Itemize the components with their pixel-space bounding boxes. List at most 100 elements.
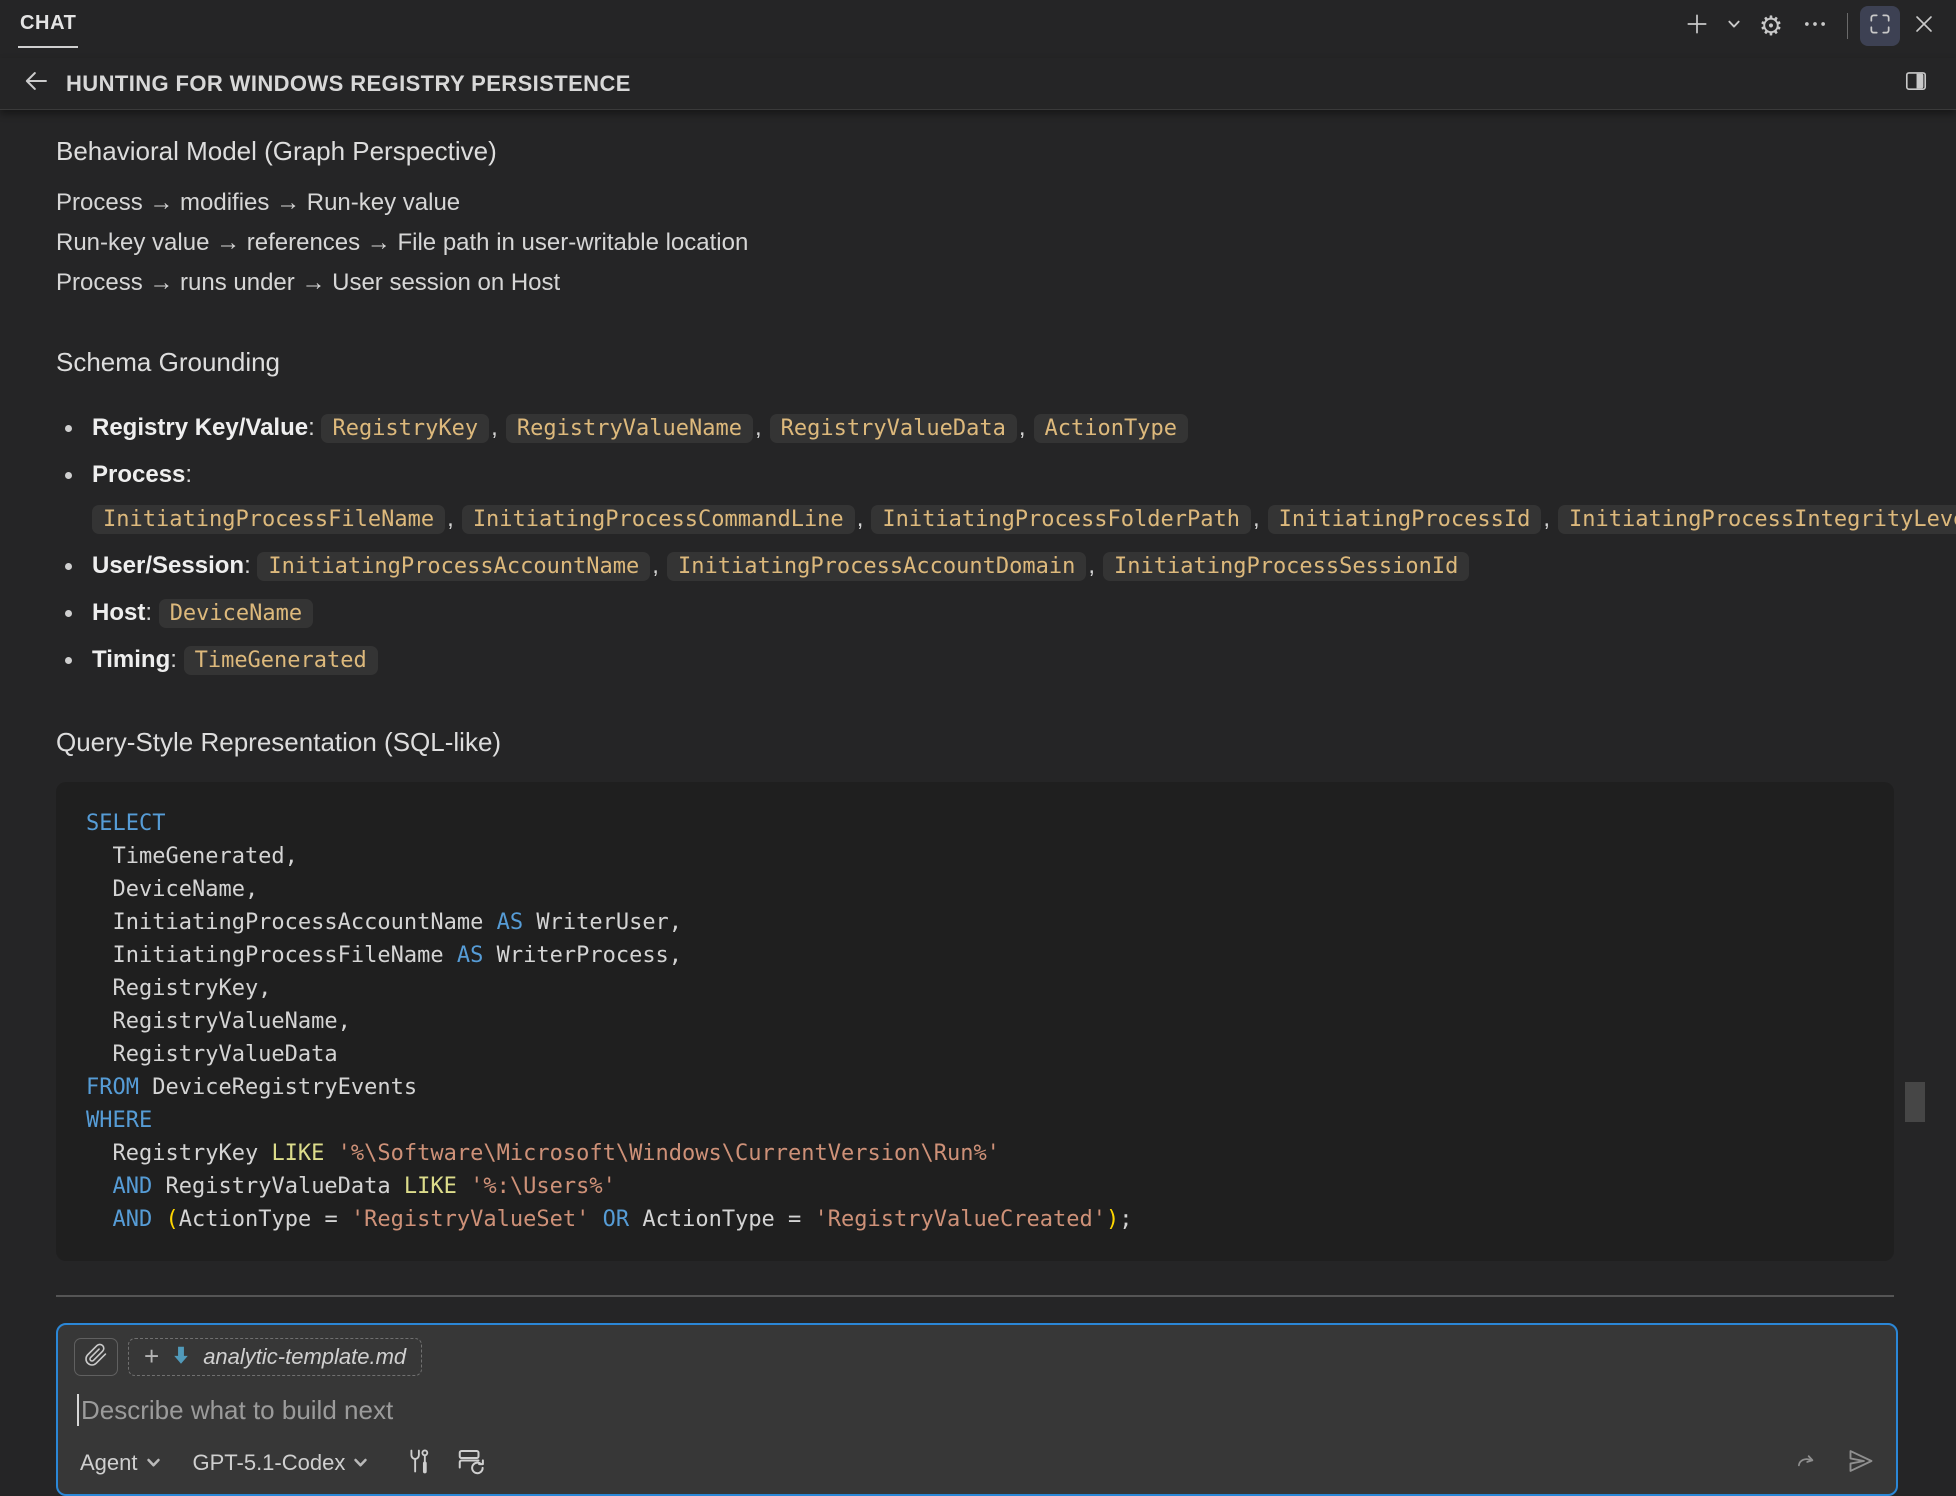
chip-separator: , xyxy=(1543,505,1550,532)
mode-selector-label: Agent xyxy=(80,1450,138,1476)
new-chat-dropdown-button[interactable] xyxy=(1721,6,1747,46)
close-icon xyxy=(1912,12,1936,41)
input-placeholder: Describe what to build next xyxy=(81,1395,393,1426)
topbar-actions: ⚙ xyxy=(1677,6,1944,46)
paperclip-icon xyxy=(84,1343,108,1372)
code-line: InitiatingProcessFileName AS WriterProce… xyxy=(86,939,1864,972)
chip-separator: , xyxy=(1253,505,1260,532)
back-button[interactable] xyxy=(18,66,54,102)
attach-file-button[interactable] xyxy=(74,1338,118,1376)
tab-chat[interactable]: CHAT xyxy=(18,12,78,48)
chat-response-body: Behavioral Model (Graph Perspective) Pro… xyxy=(0,110,1956,1261)
configure-tools-button[interactable] xyxy=(400,1446,438,1480)
code-line: RegistryKey, xyxy=(86,972,1864,1005)
schema-item-colon: : xyxy=(170,646,183,673)
chip-separator: , xyxy=(652,552,659,579)
chevron-down-icon xyxy=(146,1450,161,1476)
more-actions-button[interactable] xyxy=(1795,6,1835,46)
model-selector-label: GPT-5.1-Codex xyxy=(193,1450,346,1476)
schema-list: Registry Key/Value: RegistryKey,Registry… xyxy=(56,406,1894,683)
schema-item-label: Timing xyxy=(92,646,170,673)
schema-field-chip: InitiatingProcessAccountName xyxy=(257,552,650,581)
chip-separator: , xyxy=(1088,552,1095,579)
arrow-left-icon xyxy=(22,67,50,100)
split-editor-button[interactable] xyxy=(1896,64,1936,104)
toolbar-divider xyxy=(1847,13,1848,39)
code-line: AND (ActionType = 'RegistryValueSet' OR … xyxy=(86,1203,1864,1236)
section-heading-behavioral-model: Behavioral Model (Graph Perspective) xyxy=(56,136,1894,167)
settings-button[interactable]: ⚙ xyxy=(1751,6,1791,46)
schema-field-chip: RegistryKey xyxy=(321,414,489,443)
behavior-line: Run-key value → references → File path i… xyxy=(56,223,1894,263)
chip-separator: , xyxy=(755,414,762,441)
schema-item: Host: DeviceName xyxy=(56,591,1894,636)
input-controls-row: Agent GPT-5.1-Codex xyxy=(74,1446,1880,1480)
code-line: SELECT xyxy=(86,807,1864,840)
input-divider xyxy=(56,1295,1894,1297)
mcp-servers-refresh-button[interactable] xyxy=(452,1446,490,1480)
schema-item-colon: : xyxy=(308,414,321,441)
gear-icon: ⚙ xyxy=(1759,13,1783,40)
add-context-icon: + xyxy=(144,1343,159,1369)
plus-icon xyxy=(1684,11,1710,42)
new-chat-button[interactable] xyxy=(1677,6,1717,46)
send-controls xyxy=(1788,1446,1880,1480)
schema-field-chip: ActionType xyxy=(1034,414,1188,443)
chip-separator: , xyxy=(1019,414,1026,441)
code-line: WHERE xyxy=(86,1104,1864,1137)
redo-prompt-button[interactable] xyxy=(1788,1446,1826,1480)
attachment-filename: analytic-template.md xyxy=(203,1344,406,1370)
markdown-file-icon xyxy=(170,1344,192,1371)
behavior-line: Process → modifies → Run-key value xyxy=(56,183,1894,223)
schema-field-chip: RegistryValueName xyxy=(506,414,753,443)
screen-corners-icon xyxy=(1867,11,1893,42)
schema-item-colon: : xyxy=(185,461,192,488)
schema-item-label: User/Session xyxy=(92,552,244,579)
redo-arrow-icon xyxy=(1794,1448,1820,1479)
code-line: InitiatingProcessAccountName AS WriterUs… xyxy=(86,906,1864,939)
page-title: HUNTING FOR WINDOWS REGISTRY PERSISTENCE xyxy=(66,71,631,97)
close-button[interactable] xyxy=(1904,6,1944,46)
chevron-down-icon xyxy=(353,1450,368,1476)
scrollbar-thumb[interactable] xyxy=(1905,1082,1925,1122)
schema-item: Registry Key/Value: RegistryKey,Registry… xyxy=(56,406,1894,451)
code-line: AND RegistryValueData LIKE '%:\Users%' xyxy=(86,1170,1864,1203)
schema-field-chip: TimeGenerated xyxy=(184,646,378,675)
sql-code-block: SELECT TimeGenerated, DeviceName, Initia… xyxy=(56,782,1894,1261)
chevron-down-icon xyxy=(1727,17,1741,36)
code-line: FROM DeviceRegistryEvents xyxy=(86,1071,1864,1104)
context-attachment-chip[interactable]: + analytic-template.md xyxy=(128,1338,422,1376)
ellipsis-icon xyxy=(1802,11,1828,42)
schema-item-colon: : xyxy=(244,552,257,579)
split-panel-icon xyxy=(1903,68,1929,99)
schema-item: User/Session: InitiatingProcessAccountNa… xyxy=(56,544,1894,589)
model-selector[interactable]: GPT-5.1-Codex xyxy=(193,1450,369,1476)
schema-field-chip: DeviceName xyxy=(159,599,313,628)
schema-field-chip: InitiatingProcessId xyxy=(1268,505,1542,534)
schema-item: Process: InitiatingProcessFileName,Initi… xyxy=(56,453,1894,542)
chip-separator: , xyxy=(857,505,864,532)
schema-field-chip: RegistryValueData xyxy=(770,414,1017,443)
schema-field-chip: InitiatingProcessFileName xyxy=(92,505,445,534)
send-button[interactable] xyxy=(1842,1446,1880,1480)
mode-selector[interactable]: Agent xyxy=(80,1450,161,1476)
top-bar: CHAT ⚙ xyxy=(0,0,1956,58)
tools-icon xyxy=(405,1447,433,1480)
send-plane-icon xyxy=(1847,1447,1875,1480)
chip-separator: , xyxy=(447,505,454,532)
schema-item: Timing: TimeGenerated xyxy=(56,638,1894,683)
section-heading-schema-grounding: Schema Grounding xyxy=(56,347,1894,378)
chat-input-box: + analytic-template.md Describe what to … xyxy=(56,1323,1898,1496)
schema-field-chip: InitiatingProcessCommandLine xyxy=(462,505,855,534)
screen-mode-button[interactable] xyxy=(1860,6,1900,46)
schema-item-colon: : xyxy=(145,599,158,626)
code-line: DeviceName, xyxy=(86,873,1864,906)
chat-header: HUNTING FOR WINDOWS REGISTRY PERSISTENCE xyxy=(0,58,1956,110)
behavior-lines: Process → modifies → Run-key valueRun-ke… xyxy=(56,183,1894,303)
text-cursor xyxy=(77,1394,79,1426)
code-line: RegistryValueData xyxy=(86,1038,1864,1071)
attachment-row: + analytic-template.md xyxy=(74,1338,1880,1376)
chat-input[interactable]: Describe what to build next xyxy=(74,1394,1880,1426)
code-line: RegistryValueName, xyxy=(86,1005,1864,1038)
schema-field-chip: InitiatingProcessFolderPath xyxy=(871,505,1251,534)
